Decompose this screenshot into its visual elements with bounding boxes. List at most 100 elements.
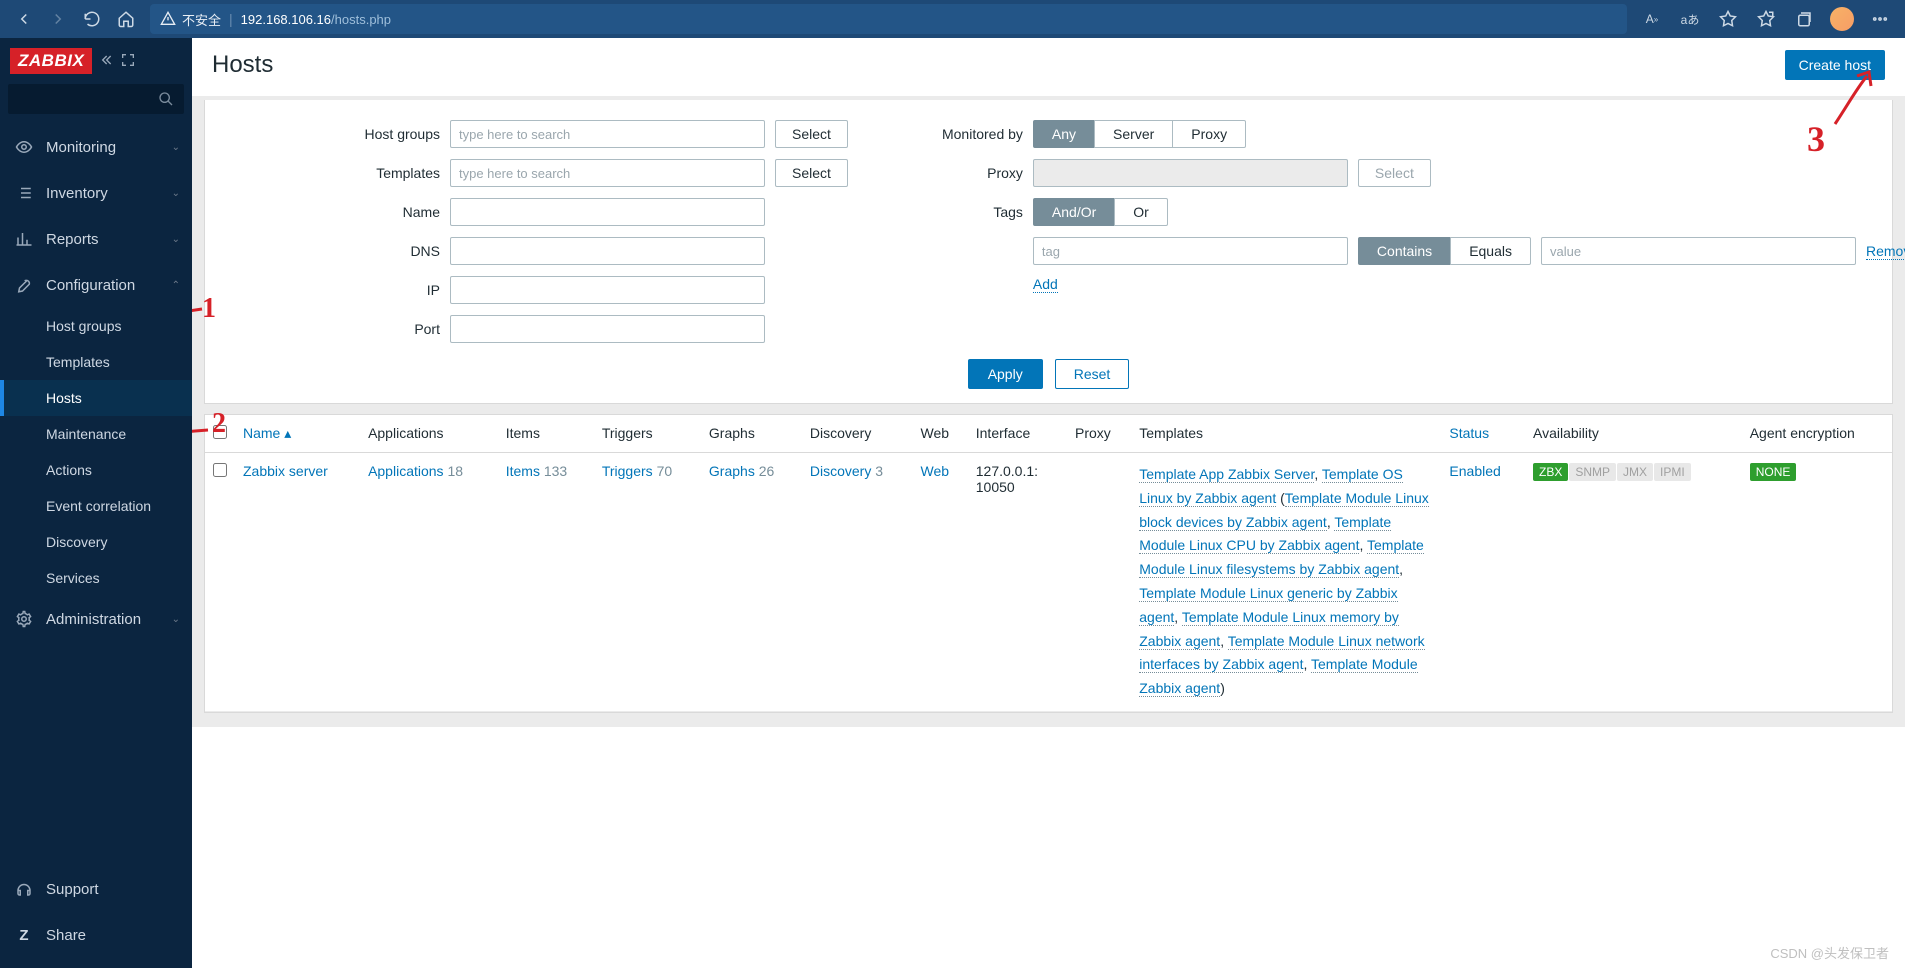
monitored-by-proxy[interactable]: Proxy <box>1172 120 1246 148</box>
menu-configuration[interactable]: Configuration⌃ <box>0 262 192 308</box>
web-link[interactable]: Web <box>920 463 949 479</box>
tag-add-link[interactable]: Add <box>1033 276 1058 293</box>
forward-button[interactable] <box>42 3 74 35</box>
tag-equals[interactable]: Equals <box>1450 237 1531 265</box>
template-link[interactable]: Template App Zabbix Server <box>1139 466 1314 483</box>
col-status[interactable]: Status <box>1441 415 1525 453</box>
star-icon[interactable] <box>1711 3 1745 35</box>
create-host-button[interactable]: Create host <box>1785 50 1885 80</box>
logo[interactable]: ZABBIX <box>10 48 92 74</box>
host-groups-input[interactable] <box>450 120 765 148</box>
items-link[interactable]: Items <box>506 463 540 479</box>
name-label: Name <box>325 204 440 220</box>
home-button[interactable] <box>110 3 142 35</box>
interface-text: 127.0.0.1: 10050 <box>968 453 1067 712</box>
menu-monitoring[interactable]: Monitoring⌄ <box>0 124 192 170</box>
chevron-up-icon: ⌃ <box>172 280 180 291</box>
back-button[interactable] <box>8 3 40 35</box>
subitem-services[interactable]: Services <box>0 560 192 596</box>
hosts-table: Name ▴ Applications Items Triggers Graph… <box>205 415 1892 712</box>
tag-or[interactable]: Or <box>1114 198 1168 226</box>
reload-button[interactable] <box>76 3 108 35</box>
col-proxy: Proxy <box>1067 415 1131 453</box>
tag-value-input[interactable] <box>1541 237 1856 265</box>
col-name[interactable]: Name ▴ <box>235 415 360 453</box>
table-row: Zabbix server Applications 18 Items 133 … <box>205 453 1892 712</box>
encryption-chip: NONE <box>1750 463 1797 481</box>
ipmi-chip: IPMI <box>1654 463 1691 481</box>
col-web: Web <box>912 415 967 453</box>
col-items: Items <box>498 415 594 453</box>
avatar-icon[interactable] <box>1825 3 1859 35</box>
subitem-event-correlation[interactable]: Event correlation <box>0 488 192 524</box>
tag-andor[interactable]: And/Or <box>1033 198 1115 226</box>
col-graphs: Graphs <box>701 415 802 453</box>
tag-remove-link[interactable]: Remove <box>1866 243 1905 260</box>
snmp-chip: SNMP <box>1569 463 1616 481</box>
menu-reports[interactable]: Reports⌄ <box>0 216 192 262</box>
col-availability: Availability <box>1525 415 1742 453</box>
host-groups-select-button[interactable]: Select <box>775 120 848 148</box>
graphs-link[interactable]: Graphs <box>709 463 755 479</box>
row-checkbox[interactable] <box>213 463 227 477</box>
gear-icon <box>12 610 36 628</box>
favorites-icon[interactable] <box>1749 3 1783 35</box>
reports-icon <box>12 230 36 248</box>
subitem-host-groups[interactable]: Host groups <box>0 308 192 344</box>
dns-label: DNS <box>325 243 440 259</box>
table-header-row: Name ▴ Applications Items Triggers Graph… <box>205 415 1892 453</box>
wrench-icon <box>12 276 36 294</box>
chevron-down-icon: ⌄ <box>172 188 180 199</box>
tag-name-input[interactable] <box>1033 237 1348 265</box>
menu-inventory[interactable]: Inventory⌄ <box>0 170 192 216</box>
kiosk-icon[interactable] <box>120 52 136 71</box>
reset-button[interactable]: Reset <box>1055 359 1130 389</box>
address-bar[interactable]: 不安全 | 192.168.106.16/hosts.php <box>150 4 1627 34</box>
browser-chrome: 不安全 | 192.168.106.16/hosts.php A» aあ <box>0 0 1905 38</box>
host-name-link[interactable]: Zabbix server <box>243 463 328 479</box>
name-input[interactable] <box>450 198 765 226</box>
monitored-by-any[interactable]: Any <box>1033 120 1095 148</box>
subitem-discovery[interactable]: Discovery <box>0 524 192 560</box>
sidebar-search[interactable] <box>8 84 184 114</box>
templates-input[interactable] <box>450 159 765 187</box>
translate-icon[interactable]: aあ <box>1673 3 1707 35</box>
discovery-link[interactable]: Discovery <box>810 463 871 479</box>
templates-label: Templates <box>325 165 440 181</box>
subitem-templates[interactable]: Templates <box>0 344 192 380</box>
tag-contains[interactable]: Contains <box>1358 237 1451 265</box>
col-agent-encryption: Agent encryption <box>1742 415 1892 453</box>
filter-panel: Host groups Select Templates Select Name <box>204 100 1893 404</box>
insecure-badge: 不安全 <box>160 10 221 29</box>
menu-support[interactable]: Support <box>0 866 192 912</box>
select-all-checkbox[interactable] <box>213 425 227 439</box>
apps-link[interactable]: Applications <box>368 463 444 479</box>
list-icon <box>12 184 36 202</box>
triggers-link[interactable]: Triggers <box>602 463 653 479</box>
chevron-down-icon: ⌄ <box>172 234 180 245</box>
more-icon[interactable] <box>1863 3 1897 35</box>
status-link[interactable]: Enabled <box>1449 463 1500 479</box>
tag-eval-group: And/Or Or <box>1033 198 1168 226</box>
collections-icon[interactable] <box>1787 3 1821 35</box>
proxy-input <box>1033 159 1348 187</box>
text-size-icon[interactable]: A» <box>1635 3 1669 35</box>
monitored-by-server[interactable]: Server <box>1094 120 1173 148</box>
ip-label: IP <box>325 282 440 298</box>
eye-icon <box>12 138 36 156</box>
tag-op-group: Contains Equals <box>1358 237 1531 265</box>
dns-input[interactable] <box>450 237 765 265</box>
port-label: Port <box>325 321 440 337</box>
ip-input[interactable] <box>450 276 765 304</box>
subitem-maintenance[interactable]: Maintenance <box>0 416 192 452</box>
templates-select-button[interactable]: Select <box>775 159 848 187</box>
menu-administration[interactable]: Administration⌄ <box>0 596 192 642</box>
monitored-by-label: Monitored by <box>908 126 1023 142</box>
collapse-sidebar-icon[interactable] <box>98 52 114 71</box>
subitem-actions[interactable]: Actions <box>0 452 192 488</box>
port-input[interactable] <box>450 315 765 343</box>
apply-button[interactable]: Apply <box>968 359 1043 389</box>
subitem-hosts[interactable]: Hosts <box>0 380 192 416</box>
menu-share[interactable]: Z Share <box>0 912 192 958</box>
sidebar: ZABBIX Monitoring⌄ Inventory⌄ Reports⌄ C… <box>0 38 192 968</box>
